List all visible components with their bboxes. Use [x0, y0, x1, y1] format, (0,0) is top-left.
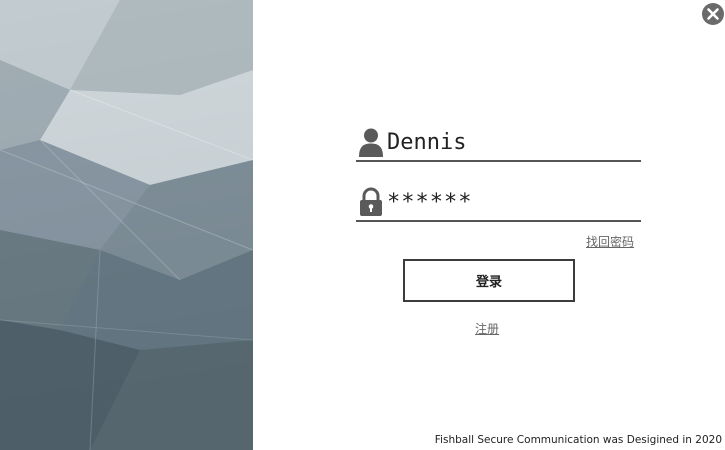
- login-window: 找回密码 登录 注册 Fishball Secure Communication…: [0, 0, 725, 450]
- login-button[interactable]: 登录: [403, 259, 575, 302]
- password-input[interactable]: [387, 186, 637, 218]
- user-icon: [358, 127, 384, 157]
- username-input[interactable]: [387, 126, 637, 158]
- decorative-side-image: [0, 0, 253, 450]
- footer-credit: Fishball Secure Communication was Desigi…: [434, 434, 722, 446]
- forgot-password-link[interactable]: 找回密码: [586, 233, 634, 250]
- password-field-group: [356, 184, 641, 222]
- close-button[interactable]: [702, 3, 724, 25]
- lock-icon: [358, 187, 384, 217]
- close-icon: [707, 8, 719, 20]
- username-field-group: [356, 124, 641, 162]
- register-link[interactable]: 注册: [475, 320, 499, 337]
